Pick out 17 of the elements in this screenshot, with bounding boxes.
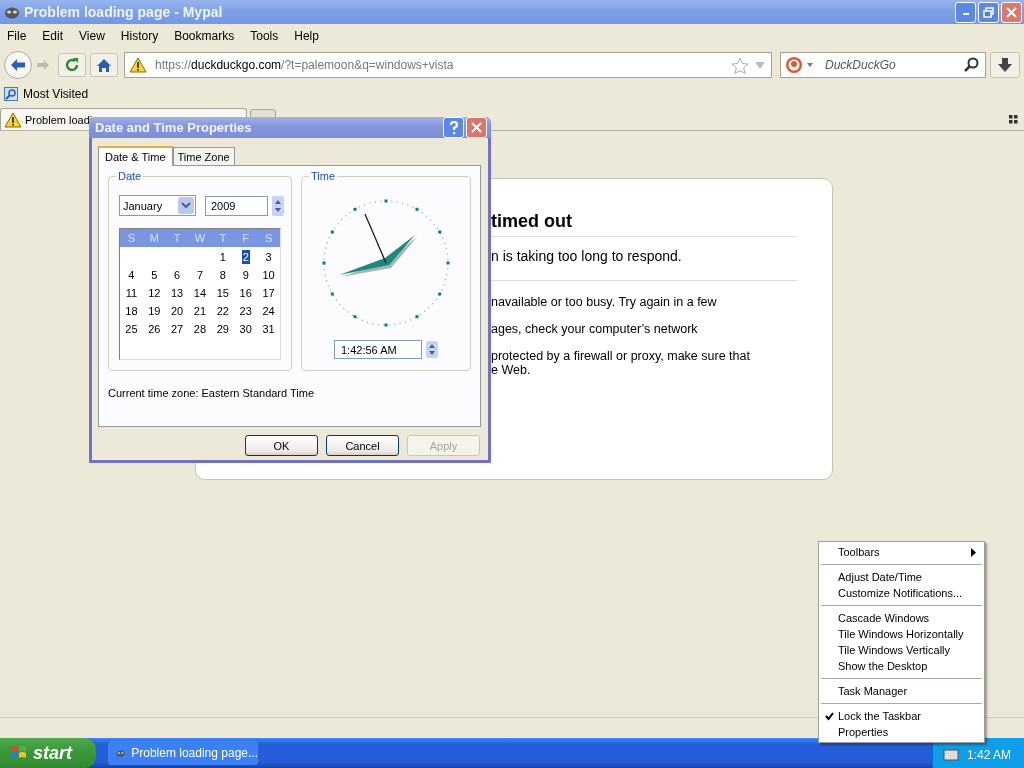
weekday-label: T xyxy=(218,231,228,246)
error-text: navailable or too busy. Try again in a few xyxy=(491,295,718,309)
weekday-label: M xyxy=(148,231,160,246)
error-summary: n is taking too long to respond. xyxy=(491,248,683,264)
weekday-label: S xyxy=(126,231,137,246)
weekday-label: S xyxy=(263,231,274,246)
weekday-label: F xyxy=(241,231,251,246)
group-label: Time xyxy=(309,170,338,182)
error-text: ages, check your computer’s network xyxy=(491,322,699,336)
weekday-label: W xyxy=(193,231,207,246)
error-text: protected by a firewall or proxy, make sure that e Web. xyxy=(491,349,751,377)
timezone-label: Current time zone: Eastern Standard Time xyxy=(108,387,316,399)
dialog-title: Date and Time Properties xyxy=(95,120,253,135)
group-label: Date xyxy=(116,170,144,182)
weekday-label: T xyxy=(172,231,182,246)
error-heading: timed out xyxy=(491,211,573,233)
window-title: Problem loading page - Mypal xyxy=(24,4,224,20)
